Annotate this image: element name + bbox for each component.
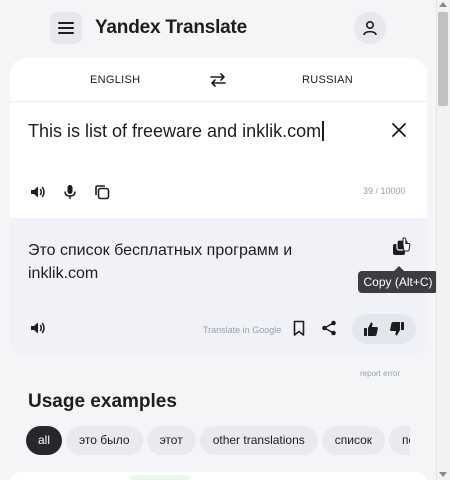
speaker-icon [31,186,45,198]
scrollbar-thumb[interactable] [438,12,448,106]
user-icon [363,20,377,36]
thumbs-up-button[interactable] [362,320,380,338]
bookmark-icon[interactable] [290,319,308,337]
voice-input-button[interactable] [60,182,80,202]
copy-icon [95,185,110,200]
close-icon[interactable] [390,121,408,139]
usage-filter-chips: all это было этот other translations список п… [26,426,410,456]
source-speak-button[interactable] [28,182,48,202]
chip-etot[interactable]: этот [146,426,196,455]
text-caret [322,121,324,141]
hamburger-menu-icon [58,22,74,34]
share-icon[interactable] [320,319,338,337]
app-title: Yandex Translate [95,17,248,38]
chip-eto-bylo[interactable]: это было [66,426,143,455]
copy-tooltip: Copy (Alt+C) [358,266,438,293]
translated-text: Это список бесплатных программ и inklik.… [28,242,293,282]
scroll-down-arrow-icon[interactable] [439,472,447,477]
microphone-icon [64,185,76,199]
copy-icon[interactable] [390,236,412,258]
next-card-peek [10,472,427,480]
menu-button[interactable] [50,12,82,44]
swap-arrows-icon[interactable] [209,71,227,89]
profile-button[interactable] [354,12,386,44]
source-text-input[interactable]: This is list of freeware and inklik.com [28,121,324,142]
source-language-selector[interactable]: ENGLISH [90,74,140,86]
translate-in-google-link[interactable]: Translate in Google [203,325,281,335]
speaker-icon [31,322,45,334]
chip-spisok[interactable]: список [321,426,386,455]
target-language-selector[interactable]: RUSSIAN [302,74,353,86]
report-error-link[interactable]: report error [360,369,400,378]
source-text: This is list of freeware and inklik.com [28,121,322,141]
rating-group [352,314,416,344]
next-card-highlight [130,475,190,480]
translator-card: ENGLISH RUSSIAN This is list of freeware… [10,58,427,356]
thumbs-up-icon [364,322,378,336]
result-speak-button[interactable] [28,318,48,338]
source-copy-button[interactable] [92,182,112,202]
scroll-up-arrow-icon[interactable] [439,2,447,7]
thumbs-down-button[interactable] [388,320,406,338]
chip-all[interactable]: all [26,426,63,455]
character-counter: 39 / 10000 [363,186,406,196]
chip-other-translations[interactable]: other translations [199,426,318,455]
thumbs-down-icon [390,322,404,336]
chip-po[interactable]: по [389,426,410,455]
app-header: Yandex Translate [0,0,436,58]
language-bar: ENGLISH RUSSIAN [10,58,427,102]
usage-examples-title: Usage examples [28,391,177,412]
source-toolbar [28,182,112,202]
